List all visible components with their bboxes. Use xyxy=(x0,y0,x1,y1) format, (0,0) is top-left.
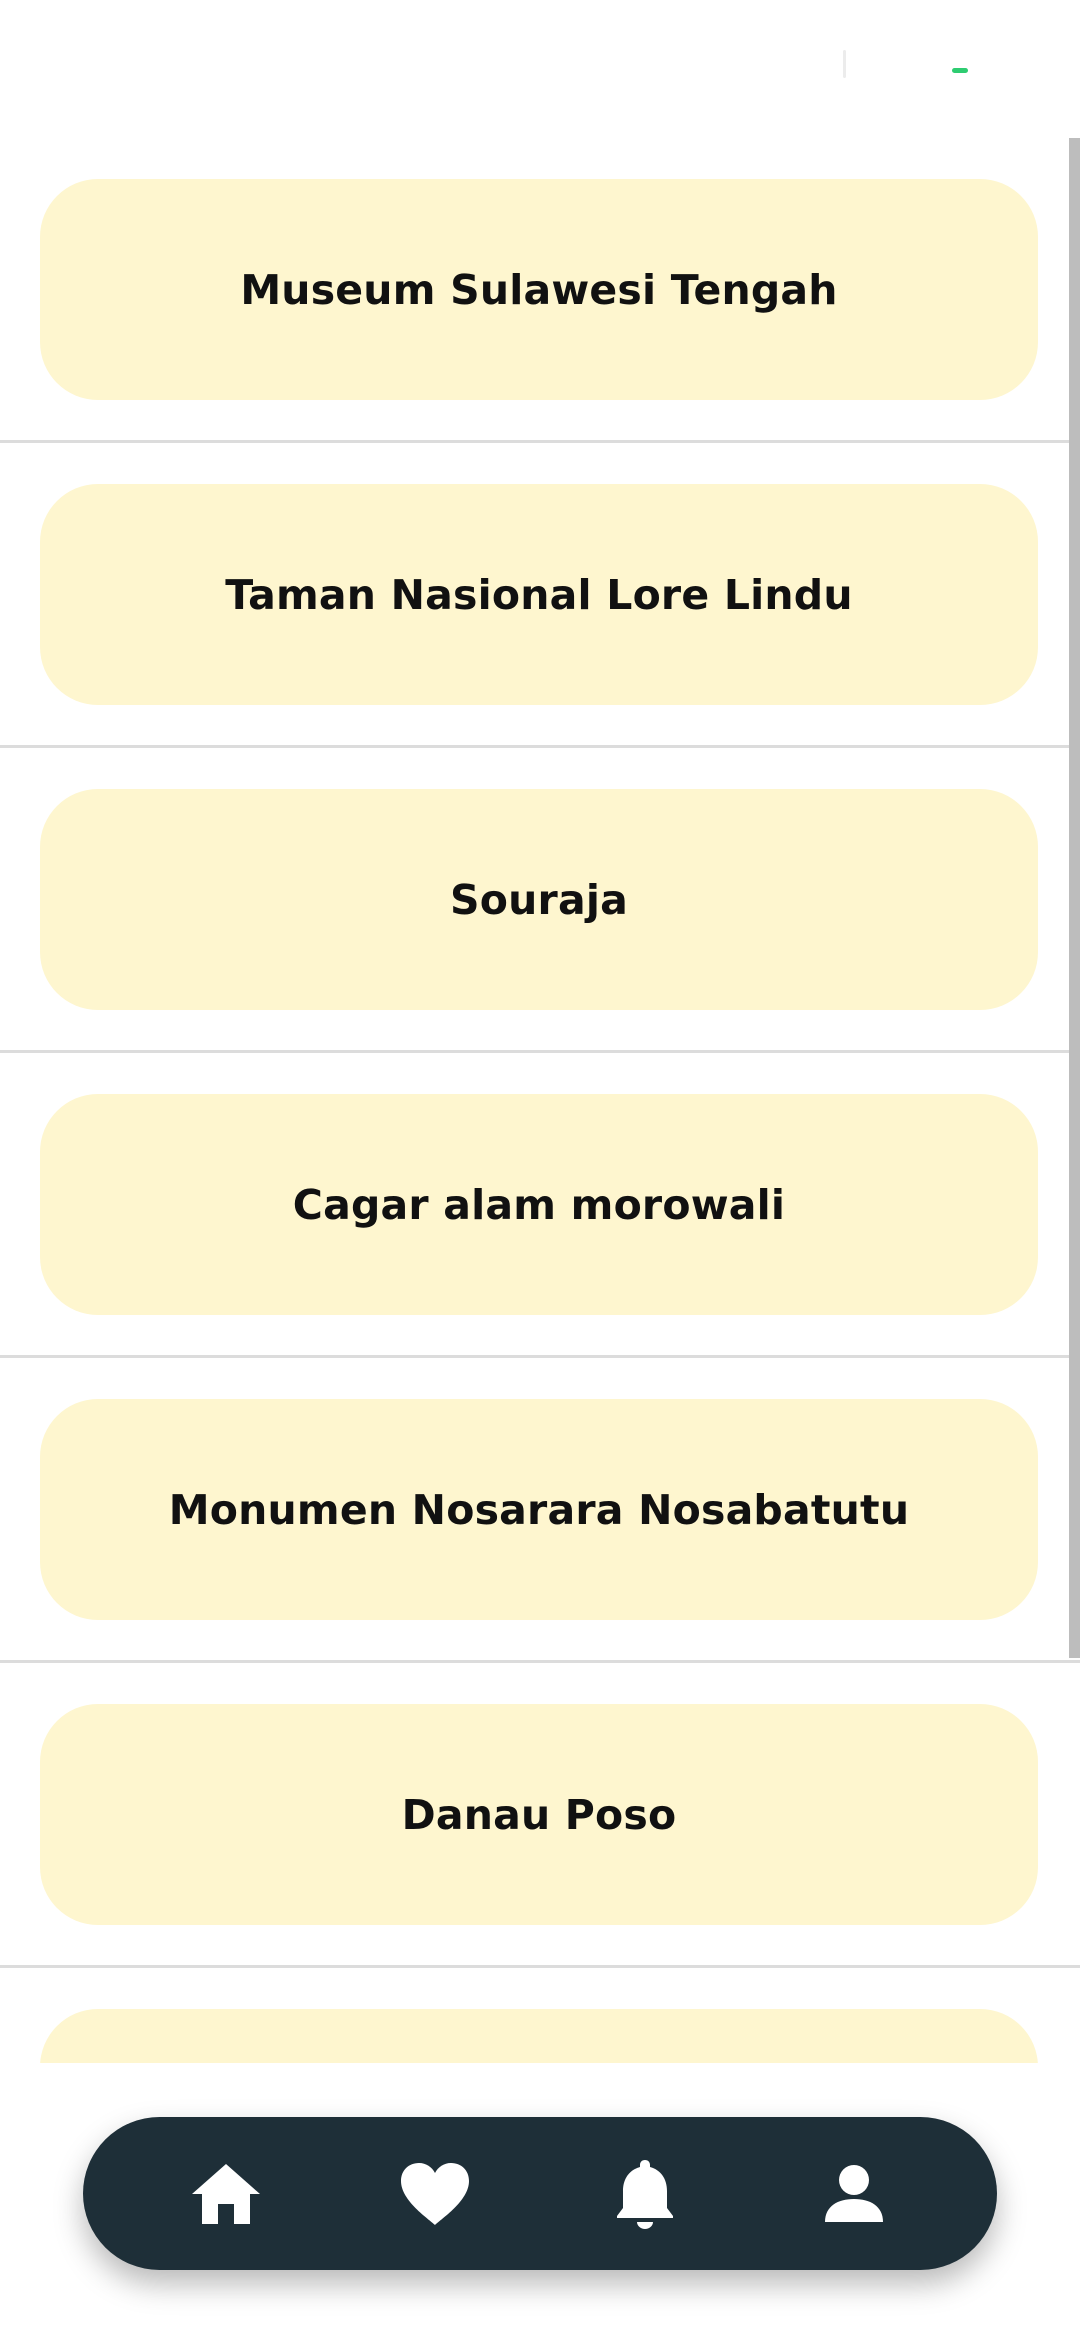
status-bar xyxy=(0,0,1080,138)
scrollbar[interactable] xyxy=(1069,138,1080,1658)
list-item: Danau Poso xyxy=(0,1663,1080,1968)
app-screen: Museum Sulawesi Tengah Taman Nasional Lo… xyxy=(0,0,1080,2340)
nav-home-button[interactable] xyxy=(171,2139,281,2249)
battery-indicator xyxy=(952,68,968,73)
place-card[interactable] xyxy=(40,2009,1038,2063)
list-item: Museum Sulawesi Tengah xyxy=(0,138,1080,443)
list-item: Souraja xyxy=(0,748,1080,1053)
nav-favorites-button[interactable] xyxy=(380,2139,490,2249)
heart-icon xyxy=(401,2162,470,2225)
place-name: Souraja xyxy=(450,875,628,924)
list-item: Monumen Nosarara Nosabatutu xyxy=(0,1358,1080,1663)
list-item: Cagar alam morowali xyxy=(0,1053,1080,1358)
bottom-navigation-bar xyxy=(83,2117,997,2270)
nav-notifications-button[interactable] xyxy=(590,2139,700,2249)
place-card[interactable]: Souraja xyxy=(40,789,1038,1010)
bell-icon xyxy=(616,2159,673,2229)
place-name: Cagar alam morowali xyxy=(292,1180,786,1229)
list-item xyxy=(0,1968,1080,2063)
place-card[interactable]: Museum Sulawesi Tengah xyxy=(40,179,1038,400)
home-icon xyxy=(191,2163,260,2224)
list-item: Taman Nasional Lore Lindu xyxy=(0,443,1080,748)
place-card[interactable]: Taman Nasional Lore Lindu xyxy=(40,484,1038,705)
place-name: Taman Nasional Lore Lindu xyxy=(225,570,853,619)
place-name: Museum Sulawesi Tengah xyxy=(240,265,838,314)
place-name: Monumen Nosarara Nosabatutu xyxy=(168,1485,910,1534)
place-card[interactable]: Monumen Nosarara Nosabatutu xyxy=(40,1399,1038,1620)
nav-profile-button[interactable] xyxy=(799,2139,909,2249)
places-list[interactable]: Museum Sulawesi Tengah Taman Nasional Lo… xyxy=(0,138,1080,2063)
place-card[interactable]: Danau Poso xyxy=(40,1704,1038,1925)
person-icon xyxy=(825,2164,884,2222)
place-name: Danau Poso xyxy=(401,1790,677,1839)
place-card[interactable]: Cagar alam morowali xyxy=(40,1094,1038,1315)
status-separator xyxy=(843,50,846,78)
